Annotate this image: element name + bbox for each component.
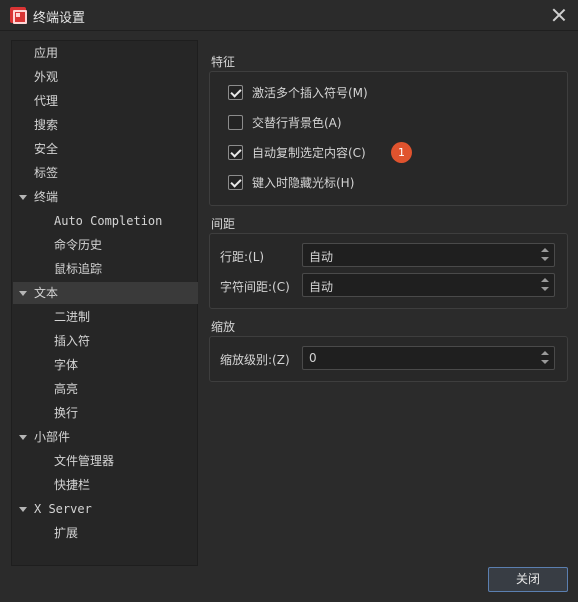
tree-item-label: 代理 xyxy=(34,94,59,108)
checkbox[interactable] xyxy=(228,175,243,190)
features-group: 激活多个插入符号(M) 交替行背景色(A) 自动复制选定内容(C) 1 键入时隐… xyxy=(209,71,568,206)
tree-item[interactable]: 安全 xyxy=(13,138,198,160)
option-label: 键入时隐藏光标(H) xyxy=(252,176,355,190)
tree-item[interactable]: X Server xyxy=(13,498,198,520)
tree-item[interactable]: 外观 xyxy=(13,66,198,88)
tree-item[interactable]: 高亮 xyxy=(13,378,198,400)
tree-item[interactable]: 扩展 xyxy=(13,522,198,544)
tree-item[interactable]: 快捷栏 xyxy=(13,474,198,496)
spacing-group-title: 间距 xyxy=(211,217,236,231)
tree-item[interactable]: 二进制 xyxy=(13,306,198,328)
close-icon[interactable] xyxy=(549,5,569,25)
tree-item[interactable]: 代理 xyxy=(13,90,198,112)
line-spacing-spinner[interactable]: 自动 xyxy=(302,243,555,267)
tree-item-label: 应用 xyxy=(34,46,59,60)
app-icon xyxy=(10,7,27,24)
spin-down-icon[interactable] xyxy=(538,285,552,295)
zoom-level-label: 缩放级别:(Z) xyxy=(220,353,290,367)
tree-item[interactable]: 终端 xyxy=(13,186,198,208)
tree-item[interactable]: 插入符 xyxy=(13,330,198,352)
zoom-group: 缩放级别:(Z) 0 xyxy=(209,336,568,382)
tree-item-label: 搜索 xyxy=(34,118,59,132)
spacing-group: 行距:(L) 自动 字符间距:(C) 自动 xyxy=(209,233,568,309)
line-spacing-value: 自动 xyxy=(309,250,334,264)
tree-item-label: 字体 xyxy=(54,358,79,372)
tree-item-label: 小部件 xyxy=(34,430,71,444)
char-spacing-value: 自动 xyxy=(309,280,334,294)
expand-arrow-icon[interactable] xyxy=(19,435,27,440)
step-badge: 1 xyxy=(391,142,412,163)
title-bar: 终端设置 xyxy=(0,0,578,31)
option-label: 激活多个插入符号(M) xyxy=(252,86,368,100)
option-label: 自动复制选定内容(C) xyxy=(252,146,366,160)
tree-item-label: 文本 xyxy=(34,286,59,300)
expand-arrow-icon[interactable] xyxy=(19,291,27,296)
checkbox[interactable] xyxy=(228,85,243,100)
expand-arrow-icon[interactable] xyxy=(19,195,27,200)
spin-up-icon[interactable] xyxy=(538,245,552,255)
tree-item[interactable]: 应用 xyxy=(13,42,198,64)
zoom-level-spinner[interactable]: 0 xyxy=(302,346,555,370)
tree-item[interactable]: 搜索 xyxy=(13,114,198,136)
tree-item-label: 终端 xyxy=(34,190,59,204)
tree-item-label: 命令历史 xyxy=(54,238,103,252)
tree-item[interactable]: 标签 xyxy=(13,162,198,184)
tree-item-label: 插入符 xyxy=(54,334,91,348)
tree-item[interactable]: 鼠标追踪 xyxy=(13,258,198,280)
tree-item-label: X Server xyxy=(34,502,92,516)
zoom-level-value: 0 xyxy=(309,351,317,365)
line-spacing-label: 行距:(L) xyxy=(220,250,265,264)
close-button[interactable]: 关闭 xyxy=(488,567,568,592)
tree-item[interactable]: 文件管理器 xyxy=(13,450,198,472)
tree-item-label: 文件管理器 xyxy=(54,454,115,468)
tree-item[interactable]: 文本 xyxy=(13,282,198,304)
tree-item[interactable]: 字体 xyxy=(13,354,198,376)
tree-item-label: 高亮 xyxy=(54,382,79,396)
tree-item[interactable]: Auto Completion xyxy=(13,210,198,232)
tree-item[interactable]: 小部件 xyxy=(13,426,198,448)
spin-down-icon[interactable] xyxy=(538,255,552,265)
tree-item[interactable]: 换行 xyxy=(13,402,198,424)
checkbox[interactable] xyxy=(228,145,243,160)
tree-item-label: 标签 xyxy=(34,166,59,180)
char-spacing-spinner[interactable]: 自动 xyxy=(302,273,555,297)
tree-item-label: 快捷栏 xyxy=(54,478,91,492)
checkbox[interactable] xyxy=(228,115,243,130)
tree-item-label: 换行 xyxy=(54,406,79,420)
window-title: 终端设置 xyxy=(33,11,86,26)
spin-up-icon[interactable] xyxy=(538,275,552,285)
features-group-title: 特征 xyxy=(211,55,236,69)
spin-up-icon[interactable] xyxy=(538,348,552,358)
tree-item-label: 安全 xyxy=(34,142,59,156)
tree-item[interactable]: 命令历史 xyxy=(13,234,198,256)
tree-item-label: 二进制 xyxy=(54,310,91,324)
expand-arrow-icon[interactable] xyxy=(19,507,27,512)
option-label: 交替行背景色(A) xyxy=(252,116,342,130)
spin-down-icon[interactable] xyxy=(538,358,552,368)
tree-item-label: 外观 xyxy=(34,70,59,84)
tree-item-label: 扩展 xyxy=(54,526,79,540)
zoom-group-title: 缩放 xyxy=(211,320,236,334)
tree-item-label: 鼠标追踪 xyxy=(54,262,103,276)
settings-tree[interactable]: 应用外观代理搜索安全标签终端 Auto Completion 命令历史鼠标追踪文本二… xyxy=(11,40,198,566)
tree-item-label: Auto Completion xyxy=(54,214,163,228)
char-spacing-label: 字符间距:(C) xyxy=(220,280,290,294)
